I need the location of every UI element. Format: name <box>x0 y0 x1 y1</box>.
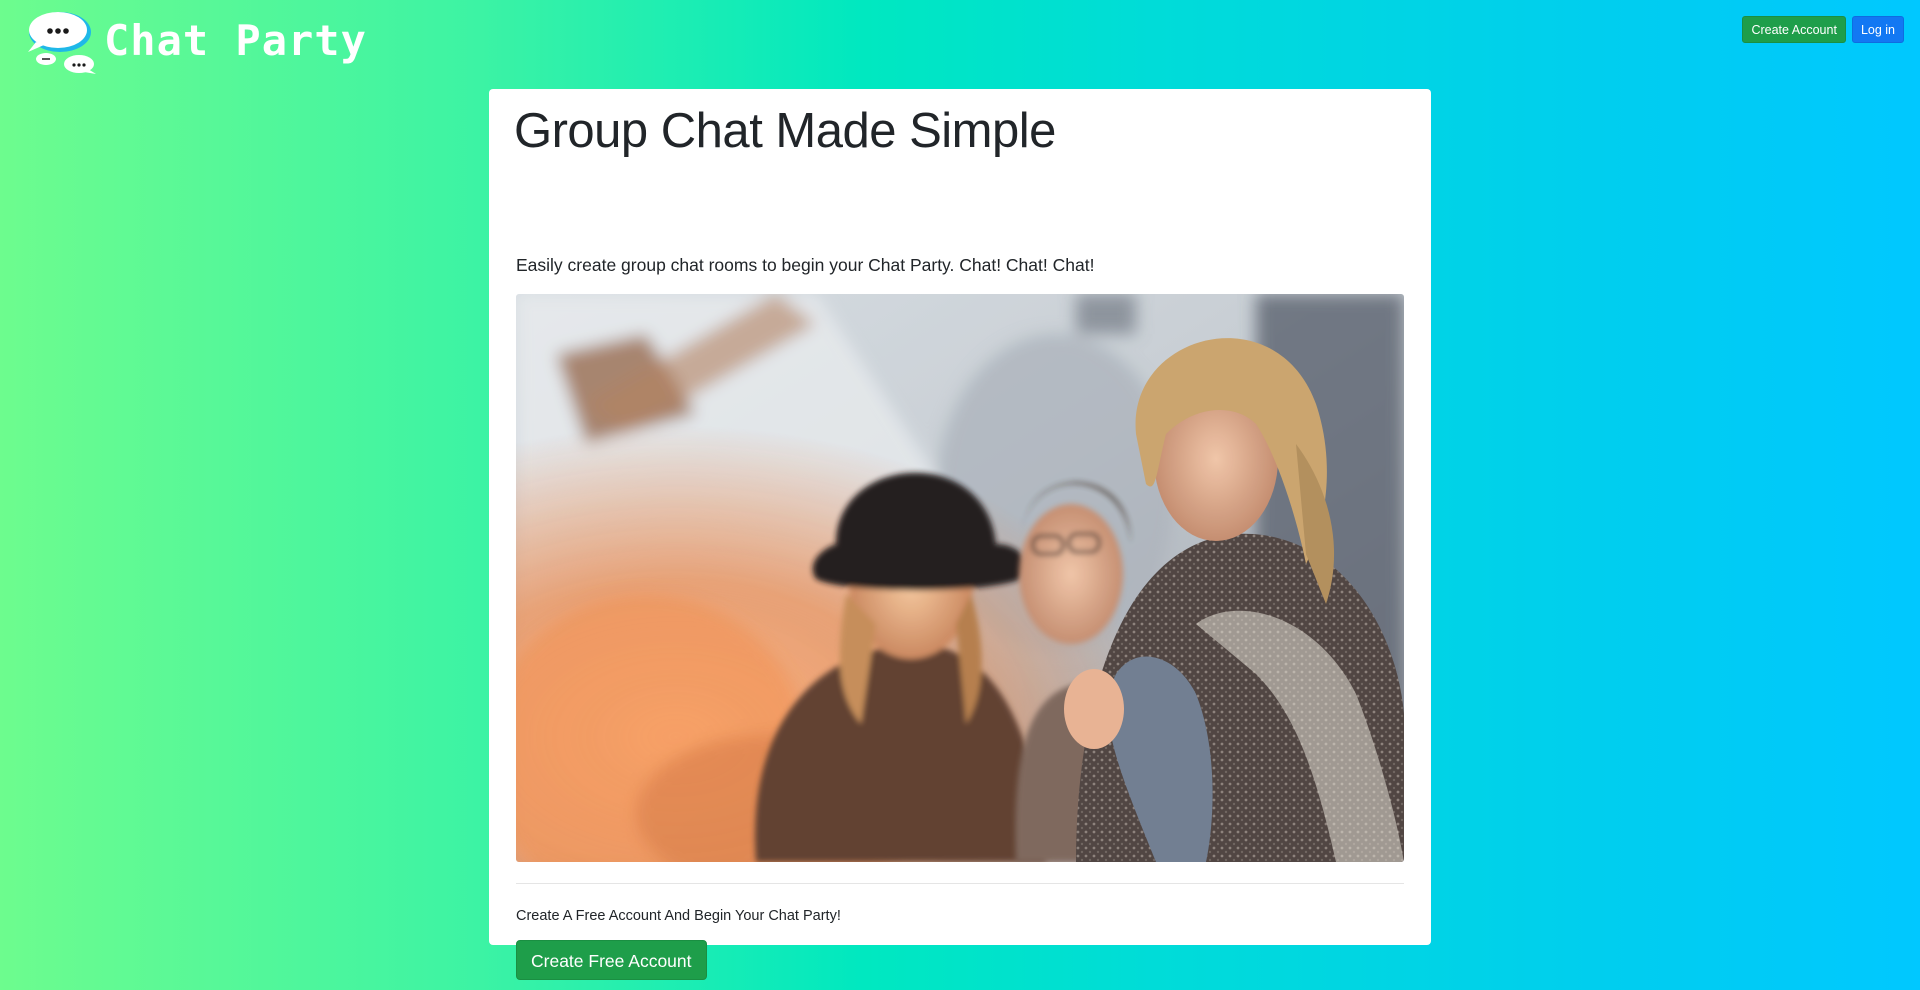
friends-photo <box>516 294 1404 862</box>
chat-bubbles-icon <box>22 8 102 74</box>
header-actions: Create Account Log in <box>1742 16 1904 43</box>
create-account-button[interactable]: Create Account <box>1742 16 1846 43</box>
login-button[interactable]: Log in <box>1851 16 1904 43</box>
logo-text: Chat Party <box>104 16 367 65</box>
hero-image <box>516 294 1404 862</box>
logo[interactable]: Chat Party <box>22 8 367 78</box>
main-card: Group Chat Made Simple Easily create gro… <box>489 89 1431 980</box>
cta-text: Create A Free Account And Begin Your Cha… <box>516 908 841 924</box>
page-lead: Easily create group chat rooms to begin … <box>516 255 1095 275</box>
create-free-account-button[interactable]: Create Free Account <box>516 940 707 980</box>
divider <box>516 883 1404 884</box>
page-title: Group Chat Made Simple <box>514 104 1056 158</box>
